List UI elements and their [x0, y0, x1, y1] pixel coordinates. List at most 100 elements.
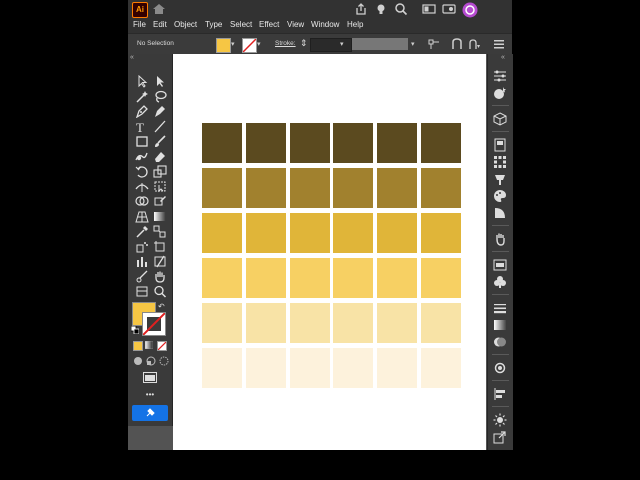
- color-swatch[interactable]: [421, 303, 461, 343]
- menu-icon[interactable]: [493, 38, 505, 50]
- paintbrush-tool-icon[interactable]: [153, 135, 167, 148]
- color-swatch[interactable]: [289, 348, 330, 388]
- color-mode-icon[interactable]: [133, 341, 143, 351]
- align-icon[interactable]: [493, 387, 507, 401]
- zoom-tool-icon[interactable]: [153, 285, 167, 298]
- color-swatch[interactable]: [202, 258, 242, 298]
- line-tool-icon[interactable]: [153, 120, 167, 133]
- color-swatch[interactable]: [245, 348, 286, 388]
- gradient-icon[interactable]: [493, 318, 507, 332]
- chevron-down-icon[interactable]: ▾: [257, 40, 261, 48]
- eyedropper-tool-icon[interactable]: [135, 225, 149, 238]
- stroke-label[interactable]: Stroke:: [275, 40, 296, 47]
- libraries-icon[interactable]: [493, 86, 507, 100]
- search-icon[interactable]: [394, 2, 408, 16]
- color-swatch[interactable]: [289, 258, 330, 298]
- chevron-down-icon[interactable]: ▾: [231, 40, 235, 48]
- gradient-tool-icon[interactable]: [153, 210, 167, 223]
- chevron-down-icon[interactable]: ▾: [411, 40, 415, 48]
- stroke-color-swatch[interactable]: [242, 38, 257, 53]
- window-icon[interactable]: [442, 2, 456, 16]
- menu-help[interactable]: Help: [347, 20, 363, 29]
- collapse-icon[interactable]: «: [130, 54, 134, 61]
- home-icon[interactable]: [152, 3, 166, 15]
- menu-effect[interactable]: Effect: [259, 20, 279, 29]
- draw-normal-icon[interactable]: [133, 356, 143, 366]
- magic-wand-tool-icon[interactable]: [135, 90, 149, 103]
- live-paint-tool-icon[interactable]: [153, 195, 167, 208]
- color-swatch[interactable]: [333, 303, 374, 343]
- shape-icon[interactable]: [493, 206, 507, 220]
- export-icon[interactable]: [493, 430, 507, 444]
- brush-icon[interactable]: [493, 172, 507, 186]
- sun-icon[interactable]: [493, 413, 507, 427]
- appearance-icon[interactable]: [493, 361, 507, 375]
- color-swatch[interactable]: [377, 168, 418, 208]
- share-icon[interactable]: [354, 2, 368, 16]
- stroke-weight-field[interactable]: [310, 38, 352, 52]
- column-graph-tool-icon[interactable]: [135, 255, 149, 268]
- brush-definition-icon[interactable]: [428, 38, 440, 50]
- color-swatch[interactable]: [377, 348, 418, 388]
- menu-edit[interactable]: Edit: [153, 20, 167, 29]
- color-swatch[interactable]: [333, 123, 374, 163]
- default-colors-icon[interactable]: [131, 326, 139, 334]
- color-swatch[interactable]: [421, 213, 461, 253]
- menu-view[interactable]: View: [287, 20, 304, 29]
- cube-icon[interactable]: [493, 112, 507, 126]
- shape-builder-tool-icon[interactable]: [135, 195, 149, 208]
- print-tiling-tool-icon[interactable]: [135, 285, 149, 298]
- profile-icon[interactable]: [462, 2, 478, 18]
- color-swatch[interactable]: [245, 168, 286, 208]
- variable-width-profile[interactable]: [352, 38, 408, 50]
- stroke-stepper-icon[interactable]: ⇕: [300, 38, 308, 49]
- color-swatch[interactable]: [245, 303, 286, 343]
- palette-icon[interactable]: [493, 189, 507, 203]
- color-swatch[interactable]: [377, 258, 418, 298]
- rotate-tool-icon[interactable]: [135, 165, 149, 178]
- graphic-style-icon[interactable]: [451, 38, 463, 50]
- slice-tool-icon[interactable]: [153, 255, 167, 268]
- color-swatch[interactable]: [289, 123, 330, 163]
- color-swatch[interactable]: [202, 123, 242, 163]
- swatches-icon[interactable]: [493, 258, 507, 272]
- none-mode-icon[interactable]: [157, 341, 167, 351]
- color-swatch[interactable]: [421, 348, 461, 388]
- color-swatch[interactable]: [421, 123, 461, 163]
- type-tool-icon[interactable]: T: [135, 120, 149, 133]
- stroke-lines-icon[interactable]: [493, 301, 507, 315]
- draw-behind-icon[interactable]: [146, 356, 156, 366]
- color-swatch[interactable]: [421, 168, 461, 208]
- align-menu-icon[interactable]: ▾: [468, 38, 482, 50]
- draw-inside-icon[interactable]: [159, 356, 169, 366]
- color-swatch[interactable]: [289, 213, 330, 253]
- color-swatch[interactable]: [333, 258, 374, 298]
- menu-object[interactable]: Object: [174, 20, 197, 29]
- menu-file[interactable]: File: [133, 20, 146, 29]
- color-swatch[interactable]: [289, 303, 330, 343]
- color-swatch[interactable]: [333, 168, 374, 208]
- menu-type[interactable]: Type: [205, 20, 222, 29]
- perspective-grid-tool-icon[interactable]: [135, 210, 149, 223]
- free-transform-tool-icon[interactable]: [153, 180, 167, 193]
- selection-tool-icon[interactable]: [135, 75, 149, 88]
- swap-colors-icon[interactable]: ↶: [158, 302, 165, 311]
- rectangle-tool-icon[interactable]: [135, 135, 149, 148]
- color-swatch[interactable]: [377, 213, 418, 253]
- color-swatch[interactable]: [202, 303, 242, 343]
- pin-button[interactable]: [132, 405, 168, 421]
- scissors-tool-icon[interactable]: [135, 270, 149, 283]
- color-swatch[interactable]: [202, 213, 242, 253]
- lightbulb-icon[interactable]: [374, 2, 388, 16]
- symbol-sprayer-tool-icon[interactable]: [135, 240, 149, 253]
- menu-select[interactable]: Select: [230, 20, 252, 29]
- layers-icon[interactable]: [493, 138, 507, 152]
- blend-tool-icon[interactable]: [153, 225, 167, 238]
- color-swatch[interactable]: [333, 213, 374, 253]
- fill-color-swatch[interactable]: [216, 38, 231, 53]
- properties-icon[interactable]: [493, 69, 507, 83]
- club-icon[interactable]: [493, 275, 507, 289]
- gradient-mode-icon[interactable]: [145, 341, 153, 349]
- color-swatch[interactable]: [333, 348, 374, 388]
- color-swatch[interactable]: [421, 258, 461, 298]
